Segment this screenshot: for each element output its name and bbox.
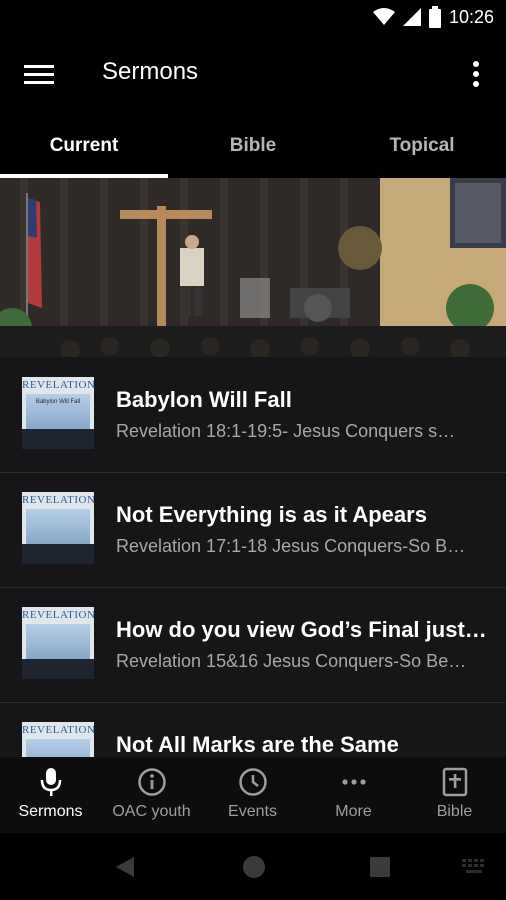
system-navigation-bar: [0, 833, 506, 900]
recents-icon[interactable]: [369, 856, 391, 878]
church-stage-photo: [0, 178, 506, 357]
status-bar: 10:26: [0, 0, 506, 36]
sermon-title: Not All Marks are the Same: [116, 732, 399, 757]
thumbnail-sermon-title: Babylon Will Fall: [35, 399, 81, 405]
sermon-title: Babylon Will Fall: [116, 387, 292, 412]
wifi-icon: [372, 8, 395, 25]
thumbnail-series-title: REVELATION: [22, 494, 94, 506]
more-horizontal-icon: [341, 779, 366, 785]
overflow-menu-icon[interactable]: [466, 60, 486, 90]
nav-oac-youth[interactable]: OAC youth: [101, 757, 202, 833]
thumbnail-series-title: REVELATION: [22, 379, 94, 391]
signal-icon: [402, 8, 421, 26]
thumbnail-series-title: REVELATION: [22, 724, 94, 736]
nav-label: Bible: [436, 803, 473, 820]
clock-icon: [238, 768, 267, 796]
sermon-list: REVELATION Babylon Will Fall Babylon Wil…: [0, 357, 506, 757]
status-icons: 10:26: [372, 6, 494, 28]
bible-icon: [442, 767, 467, 797]
bottom-navigation: Sermons OAC youth Events More Bible: [0, 757, 506, 833]
nav-sermons[interactable]: Sermons: [0, 757, 101, 833]
nav-label: OAC youth: [112, 803, 191, 820]
nav-events[interactable]: Events: [202, 757, 303, 833]
sermon-list-item[interactable]: REVELATION How do you view God’s Final j…: [0, 587, 506, 703]
page-title: Sermons: [102, 58, 199, 85]
sermon-subtitle: Revelation 17:1-18 Jesus Conquers-So B…: [116, 536, 466, 556]
sermon-title: How do you view God’s Final just…: [116, 617, 487, 642]
tab-current[interactable]: Current: [0, 114, 168, 178]
keyboard-icon[interactable]: [462, 859, 488, 875]
battery-icon: [428, 6, 441, 28]
sermon-thumbnail: REVELATION: [22, 722, 94, 757]
clock-time: 10:26: [448, 6, 494, 27]
sermon-thumbnail: REVELATION: [22, 492, 94, 564]
nav-more[interactable]: More: [303, 757, 404, 833]
thumbnail-series-title: REVELATION: [22, 609, 94, 621]
nav-label: Sermons: [18, 803, 83, 820]
sermon-thumbnail: REVELATION: [22, 607, 94, 679]
nav-label: More: [335, 803, 372, 820]
sermon-title: Not Everything is as it Apears: [116, 502, 427, 527]
tab-topical[interactable]: Topical: [338, 114, 506, 178]
tab-bible[interactable]: Bible: [169, 114, 337, 178]
info-icon: [137, 768, 166, 796]
tab-bar: Current Bible Topical: [0, 114, 506, 178]
sermon-list-item[interactable]: REVELATION Not All Marks are the Same: [0, 702, 506, 757]
home-icon[interactable]: [242, 855, 266, 879]
hero-image: [0, 178, 506, 357]
mic-icon: [40, 768, 61, 796]
nav-bible[interactable]: Bible: [404, 757, 505, 833]
sermon-thumbnail: REVELATION Babylon Will Fall: [22, 377, 94, 449]
back-icon[interactable]: [114, 855, 136, 879]
hamburger-menu-icon[interactable]: [24, 62, 54, 88]
sermon-subtitle: Revelation 15&16 Jesus Conquers-So Be…: [116, 651, 467, 671]
sermon-subtitle: Revelation 18:1-19:5- Jesus Conquers s…: [116, 421, 456, 441]
nav-label: Events: [228, 803, 277, 820]
app-bar: Sermons: [0, 36, 506, 114]
sermon-list-item[interactable]: REVELATION Not Everything is as it Apear…: [0, 472, 506, 588]
sermon-list-item[interactable]: REVELATION Babylon Will Fall Babylon Wil…: [0, 357, 506, 473]
